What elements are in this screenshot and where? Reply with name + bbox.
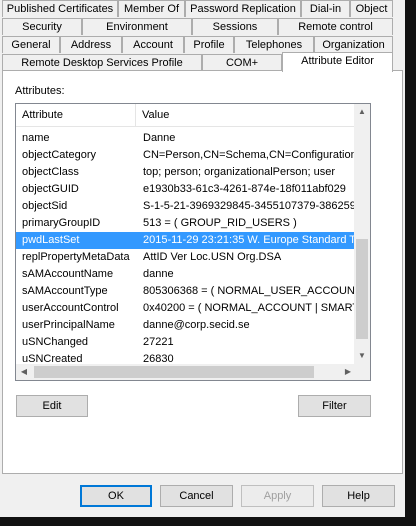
table-row[interactable]: primaryGroupID 513 = ( GROUP_RID_USERS ): [16, 215, 356, 232]
attribute-name-cell: objectCategory: [22, 149, 96, 161]
table-row[interactable]: sAMAccountName danne: [16, 266, 356, 283]
ok-button[interactable]: OK: [80, 485, 152, 507]
attribute-name-cell: sAMAccountType: [22, 285, 108, 297]
tab-remote-desktop-services-profile[interactable]: Remote Desktop Services Profile: [2, 54, 202, 71]
attribute-name-cell: userPrincipalName: [22, 319, 115, 331]
tab-com-plus[interactable]: COM+: [202, 54, 282, 71]
table-row[interactable]: replPropertyMetaData AttID Ver Loc.USN Or…: [16, 249, 356, 266]
tab-row-1: Published Certificates Member Of Passwor…: [0, 0, 405, 18]
tab-member-of[interactable]: Member Of: [118, 0, 185, 17]
list-header: Attribute Value: [16, 104, 356, 127]
column-header-attribute[interactable]: Attribute: [16, 104, 136, 126]
tab-general[interactable]: General: [2, 36, 60, 53]
table-row[interactable]: sAMAccountType 805306368 = ( NORMAL_USER_…: [16, 283, 356, 300]
table-row[interactable]: objectClass top; person; organizationalPe…: [16, 164, 356, 181]
scroll-left-arrow-icon[interactable]: ◀: [16, 364, 32, 380]
table-row[interactable]: name Danne: [16, 130, 356, 147]
tab-attribute-editor[interactable]: Attribute Editor: [282, 52, 393, 72]
tab-account[interactable]: Account: [122, 36, 184, 53]
attribute-name-cell: objectClass: [22, 166, 79, 178]
tab-environment[interactable]: Environment: [82, 18, 192, 35]
scroll-up-arrow-icon[interactable]: ▲: [354, 104, 370, 120]
attribute-value-cell: Danne: [143, 132, 176, 144]
tab-telephones[interactable]: Telephones: [234, 36, 314, 53]
attribute-name-cell: primaryGroupID: [22, 217, 101, 229]
table-row[interactable]: objectSid S-1-5-21-3969329845-3455107379-…: [16, 198, 356, 215]
attributes-list[interactable]: Attribute Value name Danne objectCategory C…: [15, 103, 371, 381]
column-header-value[interactable]: Value: [136, 104, 356, 126]
vertical-scroll-thumb[interactable]: [356, 239, 368, 339]
window-edge-right: [405, 0, 416, 526]
attribute-value-cell: AttID Ver Loc.USN Org.DSA: [143, 251, 282, 263]
attribute-name-cell: userAccountControl: [22, 302, 119, 314]
attribute-value-cell: top; person; organizationalPerson; user: [143, 166, 336, 178]
attribute-name-cell: name: [22, 132, 50, 144]
tab-dial-in[interactable]: Dial-in: [301, 0, 350, 17]
apply-button[interactable]: Apply: [241, 485, 314, 507]
tab-address[interactable]: Address: [60, 36, 122, 53]
attribute-name-cell: uSNChanged: [22, 336, 89, 348]
table-row[interactable]: objectCategory CN=Person,CN=Schema,CN=Con…: [16, 147, 356, 164]
tab-remote-control[interactable]: Remote control: [278, 18, 393, 35]
tab-organization[interactable]: Organization: [314, 36, 393, 53]
attribute-value-cell: e1930b33-61c3-4261-874e-18f011abf029: [143, 183, 346, 195]
filter-button[interactable]: Filter: [298, 395, 371, 417]
tab-published-certificates[interactable]: Published Certificates: [2, 0, 118, 17]
tab-password-replication[interactable]: Password Replication: [185, 0, 301, 17]
attribute-value-cell: 0x40200 = ( NORMAL_ACCOUNT | SMARTC: [143, 302, 356, 314]
attribute-value-cell: S-1-5-21-3969329845-3455107379-3862592: [143, 200, 356, 212]
attribute-value-cell: danne@corp.secid.se: [143, 319, 250, 331]
table-row[interactable]: uSNChanged 27221: [16, 334, 356, 351]
attribute-value-cell: 805306368 = ( NORMAL_USER_ACCOUNT: [143, 285, 356, 297]
attribute-name-cell: objectGUID: [22, 183, 79, 195]
attributes-label: Attributes:: [15, 85, 65, 97]
attribute-name-cell: sAMAccountName: [22, 268, 114, 280]
tab-object[interactable]: Object: [350, 0, 393, 17]
edit-button[interactable]: Edit: [16, 395, 88, 417]
scroll-down-arrow-icon[interactable]: ▼: [354, 348, 370, 364]
horizontal-scroll-thumb[interactable]: [34, 366, 314, 378]
scrollbar-corner: [354, 364, 370, 380]
attribute-value-cell: 27221: [143, 336, 174, 348]
window-edge-bottom: [0, 517, 416, 526]
cancel-button[interactable]: Cancel: [160, 485, 233, 507]
vertical-scrollbar[interactable]: ▲ ▼: [354, 104, 370, 364]
attribute-value-cell: 2015-11-29 23:21:35 W. Europe Standard T…: [143, 234, 356, 246]
attribute-value-cell: CN=Person,CN=Schema,CN=Configuration,D: [143, 149, 356, 161]
table-row[interactable]: objectGUID e1930b33-61c3-4261-874e-18f011…: [16, 181, 356, 198]
attribute-value-cell: 513 = ( GROUP_RID_USERS ): [143, 217, 297, 229]
table-row[interactable]: pwdLastSet 2015-11-29 23:21:35 W. Europe …: [16, 232, 356, 249]
help-button[interactable]: Help: [322, 485, 395, 507]
attribute-rows: name Danne objectCategory CN=Person,CN=Sche…: [16, 130, 356, 368]
table-row[interactable]: userPrincipalName danne@corp.secid.se: [16, 317, 356, 334]
tab-profile[interactable]: Profile: [184, 36, 234, 53]
attribute-value-cell: danne: [143, 268, 174, 280]
attribute-name-cell: replPropertyMetaData: [22, 251, 130, 263]
tab-security[interactable]: Security: [2, 18, 82, 35]
tab-row-2: Security Environment Sessions Remote con…: [0, 18, 405, 36]
table-row[interactable]: userAccountControl 0x40200 = ( NORMAL_ACC…: [16, 300, 356, 317]
attribute-name-cell: objectSid: [22, 200, 68, 212]
tab-sessions[interactable]: Sessions: [192, 18, 278, 35]
horizontal-scrollbar[interactable]: ◀ ▶: [16, 364, 356, 380]
attribute-name-cell: pwdLastSet: [22, 234, 80, 246]
